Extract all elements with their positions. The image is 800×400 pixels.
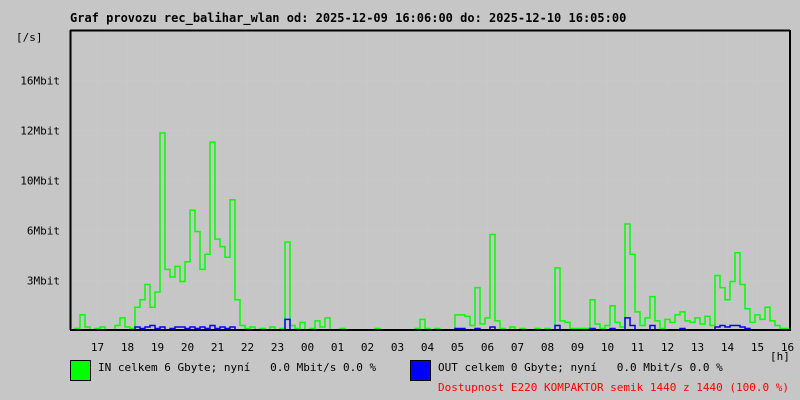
x-tick-label: 00: [301, 341, 314, 354]
x-tick-label: 23: [271, 341, 284, 354]
y-tick-label: 12Mbit: [20, 125, 60, 138]
x-tick-label: 07: [511, 341, 524, 354]
legend-in-swatch: [70, 360, 91, 381]
x-tick-label: 14: [721, 341, 735, 354]
series-group: [70, 132, 790, 331]
x-tick-label: 11: [631, 341, 644, 354]
y-ticks: 3Mbit 6Mbit 10Mbit 12Mbit 16Mbit: [20, 75, 60, 288]
x-ticks: 17 18 19 20 21 22 23 00 01 02 03 04 05 06 07 08 09 10 11 12…: [91, 341, 794, 354]
y-unit-label: [/s]: [16, 31, 43, 44]
y-tick-label: 6Mbit: [27, 225, 60, 238]
x-tick-label: 06: [481, 341, 494, 354]
x-tick-label: 02: [361, 341, 374, 354]
availability-text: Dostupnost E220 KOMPAKTOR semik 1440 z 1…: [438, 381, 789, 394]
x-tick-label: 10: [601, 341, 614, 354]
x-tick-label: 03: [391, 341, 404, 354]
x-tick-label: 05: [451, 341, 464, 354]
grid: [70, 30, 790, 330]
x-tick-label: 15: [751, 341, 764, 354]
legend-out-swatch: [410, 360, 431, 381]
x-tick-label: 12: [661, 341, 674, 354]
x-tick-label: 09: [571, 341, 584, 354]
x-tick-label: 20: [181, 341, 194, 354]
legend-out-text: OUT celkem 0 Gbyte; nyní 0.0 Mbit/s 0.0 …: [438, 361, 723, 374]
x-tick-label: 18: [121, 341, 134, 354]
x-tick-label: 17: [91, 341, 104, 354]
x-tick-label: 08: [541, 341, 554, 354]
x-tick-label: 19: [151, 341, 164, 354]
legend-in-text: IN celkem 6 Gbyte; nyní 0.0 Mbit/s 0.0 %: [98, 361, 377, 374]
y-tick-label: 10Mbit: [20, 175, 60, 188]
x-tick-label: 22: [241, 341, 254, 354]
x-tick-label: 13: [691, 341, 704, 354]
x-tick-label: 04: [421, 341, 435, 354]
traffic-chart: [/s] [h] 17 18 19 20 21 22 23 00 01 02 03 04 05 06 07 0…: [16, 29, 794, 363]
series-line-in: [70, 132, 790, 331]
y-tick-label: 16Mbit: [20, 75, 60, 88]
y-tick-label: 3Mbit: [27, 275, 60, 288]
x-tick-label: 01: [331, 341, 344, 354]
x-tick-label: 16: [781, 341, 794, 354]
x-tick-label: 21: [211, 341, 224, 354]
